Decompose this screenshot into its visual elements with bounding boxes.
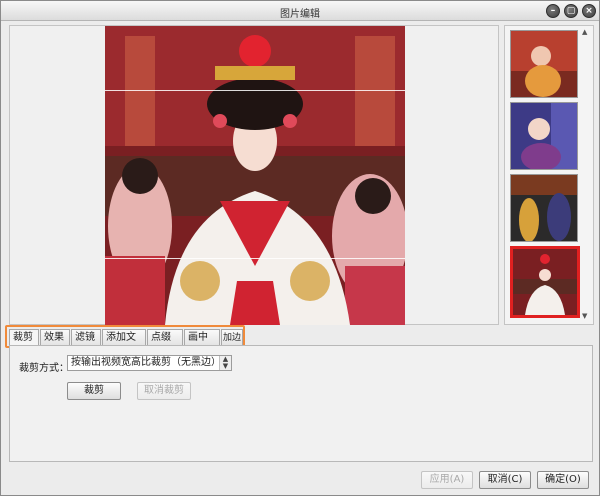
- image-preview-area: [9, 25, 499, 325]
- scroll-up-icon[interactable]: ▲: [582, 28, 587, 36]
- tab-picture-in-picture[interactable]: 画中画: [184, 329, 220, 359]
- crop-guide-top[interactable]: [105, 90, 405, 91]
- thumbnail-list: ▲ ▼: [504, 25, 594, 325]
- ok-button[interactable]: 确定(O): [537, 471, 589, 489]
- tab-filters[interactable]: 滤镜: [71, 329, 101, 346]
- crop-guide-bottom[interactable]: [105, 258, 405, 259]
- cancel-button[interactable]: 取消(C): [479, 471, 531, 489]
- scroll-down-icon[interactable]: ▼: [582, 312, 587, 320]
- cancel-crop-button[interactable]: 取消裁剪: [137, 382, 191, 400]
- tab-crop[interactable]: 裁剪: [9, 329, 39, 346]
- crop-mode-select[interactable]: 按输出视频宽高比裁剪（无黑边） ▲ ▼: [67, 355, 232, 371]
- crop-mode-label: 裁剪方式：: [19, 363, 69, 374]
- tab-effects[interactable]: 效果: [40, 329, 70, 346]
- tab-add-border[interactable]: 加边框: [221, 329, 243, 359]
- thumbnail-2[interactable]: [510, 102, 578, 170]
- crop-button[interactable]: 裁剪: [67, 382, 121, 400]
- preview-image-illustration: [105, 26, 405, 325]
- image-edit-window: 图片编辑 – ▢ × ▲ ▼ 裁剪 效果 滤镜 添加文 点缀 画中 加边 裁剪方…: [0, 0, 600, 496]
- close-button[interactable]: ×: [582, 4, 596, 18]
- thumbnail-4-selected[interactable]: [510, 246, 580, 318]
- tab-add-text[interactable]: 添加文字: [102, 329, 146, 359]
- spinner-arrows-icon[interactable]: ▲ ▼: [219, 356, 231, 370]
- thumbnail-scrollbar[interactable]: ▲ ▼: [581, 28, 591, 322]
- apply-button[interactable]: 应用(A): [421, 471, 473, 489]
- title-bar[interactable]: 图片编辑 – ▢ ×: [1, 1, 599, 21]
- maximize-button[interactable]: ▢: [564, 4, 578, 18]
- thumbnail-3[interactable]: [510, 174, 578, 242]
- minimize-button[interactable]: –: [546, 4, 560, 18]
- window-title: 图片编辑: [280, 9, 320, 20]
- tab-decorations[interactable]: 点缀图: [147, 329, 183, 359]
- crop-mode-value: 按输出视频宽高比裁剪（无黑边）: [71, 357, 221, 368]
- preview-image[interactable]: [105, 26, 405, 325]
- thumbnail-1[interactable]: [510, 30, 578, 98]
